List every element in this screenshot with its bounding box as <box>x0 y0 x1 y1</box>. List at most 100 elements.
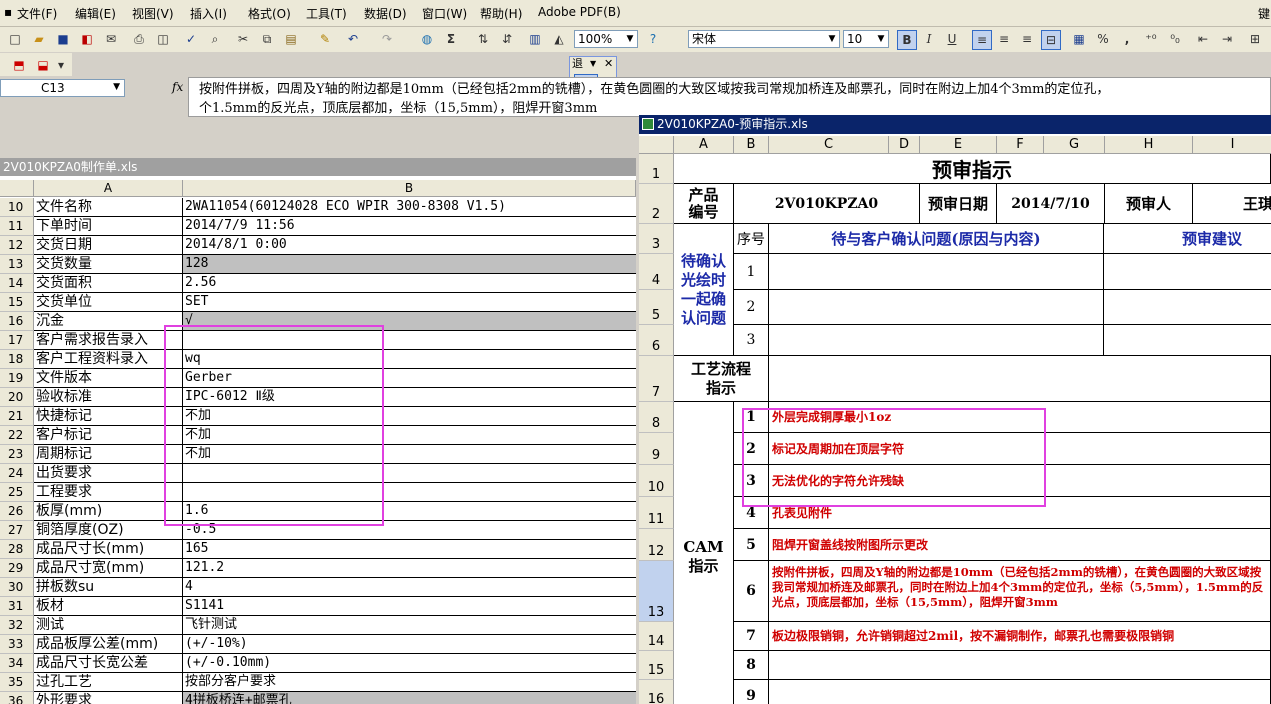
row-header[interactable]: 16 <box>639 680 674 704</box>
cam-instruction-cell[interactable] <box>769 651 1271 680</box>
column-header-d[interactable]: D <box>889 136 920 154</box>
row-header[interactable]: 8 <box>639 402 674 433</box>
column-header-a[interactable]: A <box>34 180 183 197</box>
align-center-icon[interactable]: ≡ <box>995 30 1013 48</box>
row-header[interactable]: 14 <box>0 274 34 293</box>
underline-button[interactable]: U <box>943 30 961 48</box>
row-header[interactable]: 22 <box>0 426 34 445</box>
select-all-corner[interactable] <box>639 136 674 154</box>
field-value-cell[interactable]: 121.2 <box>183 559 636 578</box>
cut-icon[interactable]: ✂ <box>234 30 252 48</box>
decrease-decimal-icon[interactable]: ⁰₀ <box>1166 30 1184 48</box>
field-value-cell[interactable]: SET <box>183 293 636 312</box>
permission-icon[interactable]: ◧ <box>78 30 96 48</box>
process-content-cell[interactable] <box>769 356 1271 402</box>
row-header[interactable]: 31 <box>0 597 34 616</box>
row-header[interactable]: 28 <box>0 540 34 559</box>
doc-menu-icon[interactable]: ▪ <box>4 5 12 19</box>
row-header[interactable]: 26 <box>0 502 34 521</box>
column-header-a[interactable]: A <box>674 136 734 154</box>
field-label-cell[interactable]: 交货面积 <box>34 274 183 293</box>
column-header-i[interactable]: I <box>1193 136 1271 154</box>
field-value-cell[interactable]: S1141 <box>183 597 636 616</box>
research-icon[interactable]: ⌕ <box>206 30 224 48</box>
field-label-cell[interactable]: 客户标记 <box>34 426 183 445</box>
drawing-icon[interactable]: ◭ <box>550 30 568 48</box>
sort-ascending-icon[interactable]: ⇅ <box>474 30 492 48</box>
field-label-cell[interactable]: 板材 <box>34 597 183 616</box>
field-label-cell[interactable]: 成品板厚公差(mm) <box>34 635 183 654</box>
confirm-advice-cell[interactable] <box>1104 254 1271 290</box>
workbook-title-bar[interactable]: 2V010KPZA0-预审指示.xls <box>639 115 1271 134</box>
row-header[interactable]: 32 <box>0 616 34 635</box>
cam-instruction-cell[interactable]: 板边极限销铜，允许销铜超过2mil，按不漏铜制作，邮票孔也需要极限销铜 <box>769 622 1271 651</box>
row-header[interactable]: 30 <box>0 578 34 597</box>
name-box[interactable]: C13 ▼ <box>0 79 125 97</box>
align-left-icon[interactable]: ≡ <box>972 30 992 50</box>
row-header[interactable]: 19 <box>0 369 34 388</box>
row-header[interactable]: 15 <box>639 651 674 680</box>
row-header[interactable]: 35 <box>0 673 34 692</box>
field-label-cell[interactable]: 周期标记 <box>34 445 183 464</box>
row-header[interactable]: 1 <box>639 154 674 184</box>
field-value-cell[interactable]: 165 <box>183 540 636 559</box>
row-header[interactable]: 12 <box>0 236 34 255</box>
confirm-advice-cell[interactable] <box>1104 290 1271 325</box>
row-header[interactable]: 14 <box>639 622 674 651</box>
email-icon[interactable]: ✉ <box>102 30 120 48</box>
confirm-issue-cell[interactable] <box>769 290 1104 325</box>
row-header[interactable]: 7 <box>639 356 674 402</box>
field-value-cell[interactable]: 2.56 <box>183 274 636 293</box>
field-value-cell[interactable]: (+/-0.10mm) <box>183 654 636 673</box>
format-painter-icon[interactable]: ✎ <box>316 30 334 48</box>
field-label-cell[interactable]: 客户工程资料录入 <box>34 350 183 369</box>
field-label-cell[interactable]: 工程要求 <box>34 483 183 502</box>
row-header[interactable]: 34 <box>0 654 34 673</box>
percent-button[interactable]: % <box>1094 30 1112 48</box>
currency-icon[interactable]: ▦ <box>1070 30 1088 48</box>
field-label-cell[interactable]: 成品尺寸长宽公差 <box>34 654 183 673</box>
row-header[interactable]: 20 <box>0 388 34 407</box>
row-header[interactable]: 11 <box>639 497 674 529</box>
menu-format[interactable]: 格式(O) <box>248 5 291 22</box>
spelling-icon[interactable]: ✓ <box>182 30 200 48</box>
menu-edit[interactable]: 编辑(E) <box>75 5 116 22</box>
row-header[interactable]: 10 <box>639 465 674 497</box>
row-header[interactable]: 36 <box>0 692 34 704</box>
select-all-corner[interactable] <box>0 180 34 197</box>
row-header[interactable]: 18 <box>0 350 34 369</box>
pdf-convert-icon[interactable]: ⬒ <box>10 56 28 74</box>
field-label-cell[interactable]: 文件名称 <box>34 198 183 217</box>
menu-window[interactable]: 窗口(W) <box>422 5 467 22</box>
chart-wizard-icon[interactable]: ▥ <box>526 30 544 48</box>
menu-view[interactable]: 视图(V) <box>132 5 174 22</box>
field-label-cell[interactable]: 测试 <box>34 616 183 635</box>
formula-bar[interactable]: 按附件拼板，四周及Y轴的附边都是10mm（已经包括2mm的铣槽），在黄色圆圈的大… <box>188 77 1271 117</box>
field-label-cell[interactable]: 外形要求 <box>34 692 183 704</box>
merge-center-icon[interactable]: ⊟ <box>1041 30 1061 50</box>
confirm-advice-cell[interactable] <box>1104 325 1271 356</box>
field-value-cell[interactable]: 4 <box>183 578 636 597</box>
menu-help[interactable]: 帮助(H) <box>480 5 522 22</box>
autosum-icon[interactable]: Σ <box>442 30 460 48</box>
row-header[interactable]: 3 <box>639 224 674 254</box>
field-label-cell[interactable]: 快捷标记 <box>34 407 183 426</box>
menu-data[interactable]: 数据(D) <box>364 5 407 22</box>
row-header[interactable]: 9 <box>639 433 674 465</box>
column-header-h[interactable]: H <box>1105 136 1193 154</box>
decrease-indent-icon[interactable]: ⇤ <box>1194 30 1212 48</box>
field-value-cell[interactable]: 2WA11054(60124028 ECO WPIR 300-8308 V1.5… <box>183 198 636 217</box>
row-header[interactable]: 13 <box>639 561 674 622</box>
sort-descending-icon[interactable]: ⇵ <box>498 30 516 48</box>
field-value-cell[interactable]: 按部分客户要求 <box>183 673 636 692</box>
increase-decimal-icon[interactable]: ⁺⁰ <box>1142 30 1160 48</box>
row-header[interactable]: 25 <box>0 483 34 502</box>
row-header[interactable]: 2 <box>639 184 674 224</box>
field-value-cell[interactable]: 2014/8/1 0:00 <box>183 236 636 255</box>
field-label-cell[interactable]: 拼板数su <box>34 578 183 597</box>
borders-icon[interactable]: ⊞ <box>1246 30 1264 48</box>
field-value-cell[interactable]: 128 <box>183 255 636 274</box>
column-header-c[interactable]: C <box>769 136 889 154</box>
chevron-down-icon[interactable]: ▼ <box>113 82 120 92</box>
row-header[interactable]: 10 <box>0 198 34 217</box>
